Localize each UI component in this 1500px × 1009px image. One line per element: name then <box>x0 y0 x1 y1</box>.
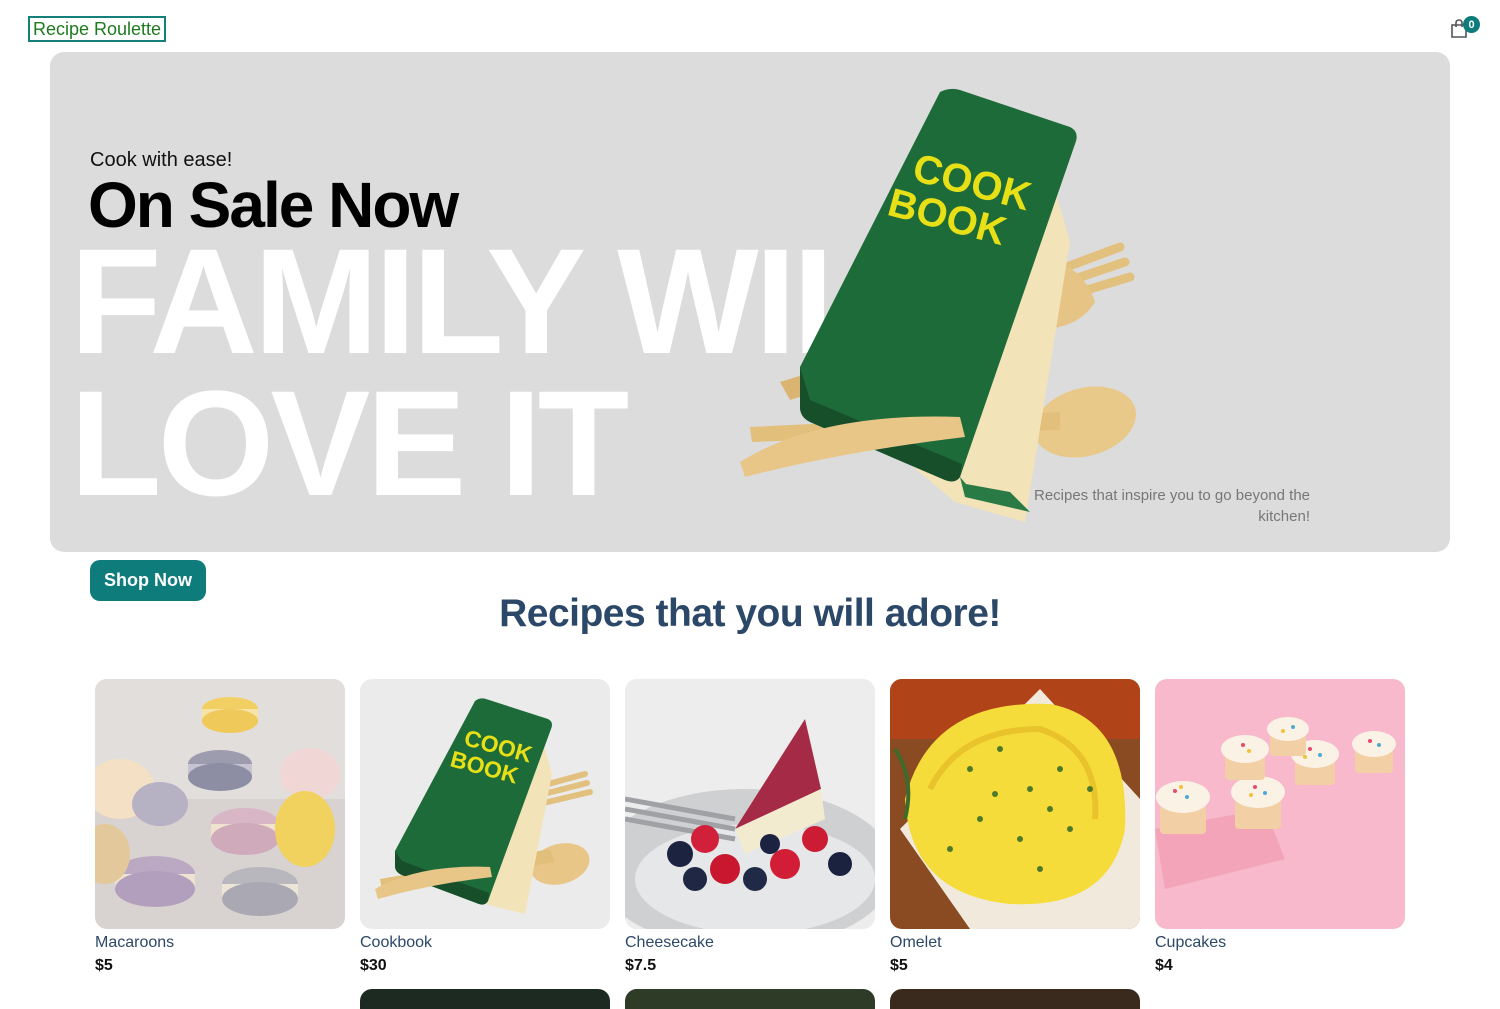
logo-link[interactable]: Recipe Roulette <box>28 16 166 42</box>
product-name[interactable]: Cookbook <box>360 933 610 953</box>
product-image-cookbook[interactable]: COOK BOOK <box>360 679 610 929</box>
product-name[interactable]: Cupcakes <box>1155 933 1405 953</box>
cart-button[interactable]: 0 <box>1449 16 1481 42</box>
section-title: Recipes that you will adore! <box>499 592 1001 635</box>
product-price: $30 <box>360 957 387 974</box>
product-name[interactable]: Cheesecake <box>625 933 875 953</box>
product-card-cupcakes[interactable]: Cupcakes $4 <box>1155 679 1405 975</box>
product-price: $7.5 <box>625 957 657 974</box>
cookbook-image: COOK BOOK <box>740 88 1136 522</box>
product-grid: Macaroons $5 COOK BOOK Cookbook $30 Chee… <box>95 679 1405 1000</box>
product-card-omelet[interactable]: Omelet $5 <box>890 679 1140 975</box>
hero-banner: FAMILY WILL LOVE IT Cook with ease! On S… <box>50 52 1450 552</box>
hero-description: Recipes that inspire you to go beyond th… <box>1033 487 1310 525</box>
product-image-cupcakes[interactable] <box>1155 679 1405 929</box>
product-image-macaroons[interactable] <box>95 679 345 929</box>
product-card-partial[interactable] <box>890 989 1140 1009</box>
product-price: $5 <box>890 957 908 974</box>
cart-count-badge: 0 <box>1463 16 1480 33</box>
product-price: $5 <box>95 957 113 974</box>
navbar: Recipe Roulette 0 <box>0 0 1500 52</box>
product-name[interactable]: Omelet <box>890 933 1140 953</box>
product-card-cheesecake[interactable]: Cheesecake $7.5 <box>625 679 875 975</box>
product-card-cookbook[interactable]: COOK BOOK Cookbook $30 <box>360 679 610 975</box>
hero-title: On Sale Now <box>88 169 459 241</box>
product-card-partial[interactable] <box>625 989 875 1009</box>
product-name[interactable]: Macaroons <box>95 933 345 953</box>
product-image-cheesecake[interactable] <box>625 679 875 929</box>
product-card-macaroons[interactable]: Macaroons $5 <box>95 679 345 975</box>
product-image-omelet[interactable] <box>890 679 1140 929</box>
product-price: $4 <box>1155 957 1173 974</box>
product-card-partial[interactable] <box>360 989 610 1009</box>
